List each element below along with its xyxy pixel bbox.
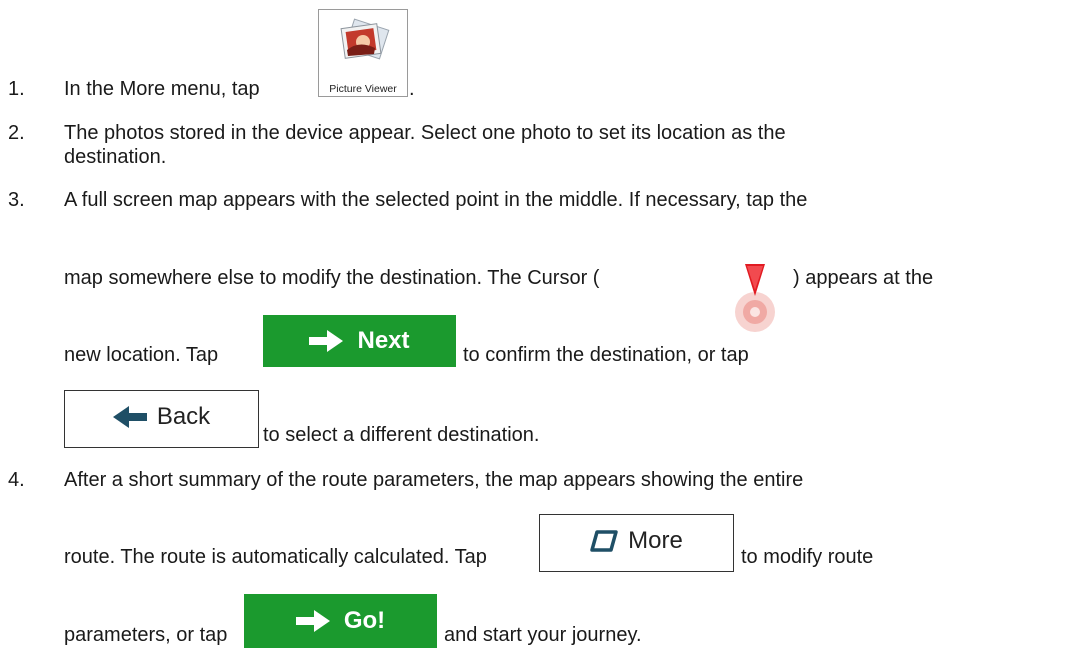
step-3-line-3: new location. Tap	[64, 344, 219, 366]
step-3-line-1: A full screen map appears with the selec…	[64, 189, 808, 211]
picture-viewer-icon	[340, 18, 390, 60]
step-2-line-2: destination.	[64, 146, 167, 168]
more-icon	[590, 530, 618, 552]
step-number-2: 2.	[8, 122, 25, 144]
step-number-1: 1.	[8, 78, 25, 100]
step-4-line-2-after: to modify route	[741, 546, 874, 568]
next-button-label: Next	[357, 327, 410, 354]
step-4-line-2: route. The route is automatically calcul…	[64, 546, 487, 568]
arrow-left-icon	[112, 406, 147, 428]
picture-viewer-button[interactable]: Picture Viewer	[318, 9, 408, 97]
step-1-text: In the More menu, tap	[64, 78, 260, 100]
step-number-4: 4.	[8, 469, 25, 491]
back-button[interactable]: Back	[64, 390, 259, 448]
more-button-label: More	[628, 527, 683, 554]
step-number-3: 3.	[8, 189, 25, 211]
step-4-line-3: parameters, or tap	[64, 624, 228, 646]
step-2-line-1: The photos stored in the device appear. …	[64, 122, 786, 144]
cursor-icon	[735, 264, 775, 332]
step-3-line-3-after: to confirm the destination, or tap	[463, 344, 749, 366]
more-button[interactable]: More	[539, 514, 734, 572]
step-4-line-3-after: and start your journey.	[444, 624, 642, 646]
step-1-period: .	[409, 78, 415, 100]
step-3-line-2: map somewhere else to modify the destina…	[64, 267, 600, 289]
step-3-line-2-after: ) appears at the	[793, 267, 934, 289]
arrow-right-icon	[309, 330, 344, 352]
arrow-right-icon	[295, 610, 330, 632]
step-4-line-1: After a short summary of the route param…	[64, 469, 804, 491]
go-button[interactable]: Go!	[244, 594, 437, 648]
next-button[interactable]: Next	[263, 315, 456, 367]
back-button-label: Back	[156, 403, 211, 430]
go-button-label: Go!	[343, 607, 386, 634]
step-3-line-4: to select a different destination.	[263, 424, 540, 446]
picture-viewer-label: Picture Viewer	[329, 83, 397, 95]
